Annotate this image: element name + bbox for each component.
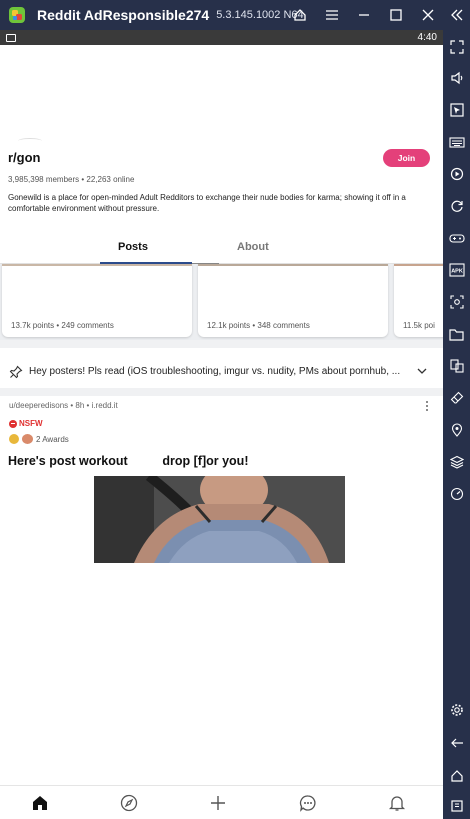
join-button[interactable]: Join: [383, 149, 430, 167]
card-thumbnail: [2, 264, 192, 266]
card-stats: 12.1k points • 348 comments: [207, 321, 310, 330]
bell-icon[interactable]: [377, 786, 417, 819]
rotate-icon[interactable]: [443, 194, 470, 218]
post-image[interactable]: [94, 476, 345, 563]
emulator-sidebar: APK: [443, 30, 470, 819]
close-icon[interactable]: [412, 0, 444, 30]
bottom-navigation: [0, 785, 443, 819]
eraser-icon[interactable]: [443, 386, 470, 410]
record-icon[interactable]: [443, 162, 470, 186]
card-thumbnail: [394, 264, 443, 266]
post-awards[interactable]: 2 Awards: [9, 434, 69, 444]
tab-about[interactable]: About: [237, 241, 269, 253]
collapse-sidebar-icon[interactable]: [444, 0, 470, 30]
subreddit-members: 3,985,398 members • 22,263 online: [8, 175, 135, 184]
section-divider: [0, 388, 443, 396]
pinned-post[interactable]: Hey posters! Pls read (iOS troubleshooti…: [0, 358, 443, 385]
gamepad-icon[interactable]: [443, 226, 470, 250]
folder-icon[interactable]: [443, 322, 470, 346]
chat-icon[interactable]: [288, 786, 328, 819]
nsfw-label: NSFW: [19, 419, 43, 428]
home-icon[interactable]: [443, 764, 470, 788]
location-icon[interactable]: [443, 418, 470, 442]
nsfw-icon: [9, 419, 17, 428]
card-stats: 13.7k points • 249 comments: [11, 321, 114, 330]
multi-instance-icon[interactable]: [443, 354, 470, 378]
emulator-title-bar: Reddit AdResponsible274 5.3.145.1002 N64: [0, 0, 470, 30]
subreddit-avatar: [18, 138, 42, 144]
fullscreen-icon[interactable]: [443, 35, 470, 59]
compass-icon[interactable]: [109, 786, 149, 819]
add-icon[interactable]: [198, 786, 238, 819]
post-meta[interactable]: u/deeperedisons • 8h • i.redd.it: [9, 401, 118, 410]
layers-icon[interactable]: [443, 450, 470, 474]
back-icon[interactable]: [443, 731, 470, 755]
home-icon[interactable]: [20, 786, 60, 819]
chevron-down-icon[interactable]: [415, 364, 429, 378]
menu-icon[interactable]: [316, 0, 348, 30]
more-options-icon[interactable]: [423, 399, 431, 413]
status-bar: 4:40: [0, 30, 443, 45]
keyboard-icon[interactable]: [443, 130, 470, 154]
maximize-icon[interactable]: [380, 0, 412, 30]
award-icon: [22, 434, 33, 444]
volume-icon[interactable]: [443, 66, 470, 90]
home-icon[interactable]: [284, 0, 316, 30]
window-title: Reddit AdResponsible274: [37, 7, 210, 23]
svg-text:APK: APK: [451, 269, 463, 275]
awards-label: 2 Awards: [36, 434, 69, 444]
card-thumbnail: [198, 264, 388, 266]
top-post-card[interactable]: 13.7k points • 249 comments: [2, 264, 192, 337]
phone-screen: 4:40 r/gon Join 3,985,398 members • 22,2…: [0, 30, 443, 819]
tab-posts[interactable]: Posts: [118, 241, 148, 253]
top-post-card[interactable]: 11.5k poi: [394, 264, 443, 337]
apk-icon[interactable]: APK: [443, 258, 470, 282]
notification-icon: [6, 33, 16, 42]
pin-icon: [8, 364, 23, 379]
pinned-post-title: Hey posters! Pls read (iOS troubleshooti…: [29, 366, 401, 377]
award-icon: [9, 434, 19, 444]
speed-icon[interactable]: [443, 482, 470, 506]
minimize-icon[interactable]: [348, 0, 380, 30]
status-time: 4:40: [417, 32, 437, 43]
pointer-icon[interactable]: [443, 98, 470, 122]
nsfw-badge: NSFW: [9, 419, 43, 428]
section-divider: [0, 340, 443, 348]
recents-icon[interactable]: [443, 794, 470, 818]
subreddit-name: r/gon: [8, 150, 41, 165]
bluestacks-logo-icon: [8, 6, 26, 24]
screenshot-icon[interactable]: [443, 290, 470, 314]
subreddit-description: Gonewild is a place for open-minded Adul…: [8, 193, 406, 213]
top-post-card[interactable]: 12.1k points • 348 comments: [198, 264, 388, 337]
post-title[interactable]: Here's post workout drop [f]or you!: [8, 454, 248, 468]
subreddit-banner: [0, 45, 443, 140]
settings-icon[interactable]: [443, 698, 470, 722]
card-stats: 11.5k poi: [403, 321, 435, 330]
